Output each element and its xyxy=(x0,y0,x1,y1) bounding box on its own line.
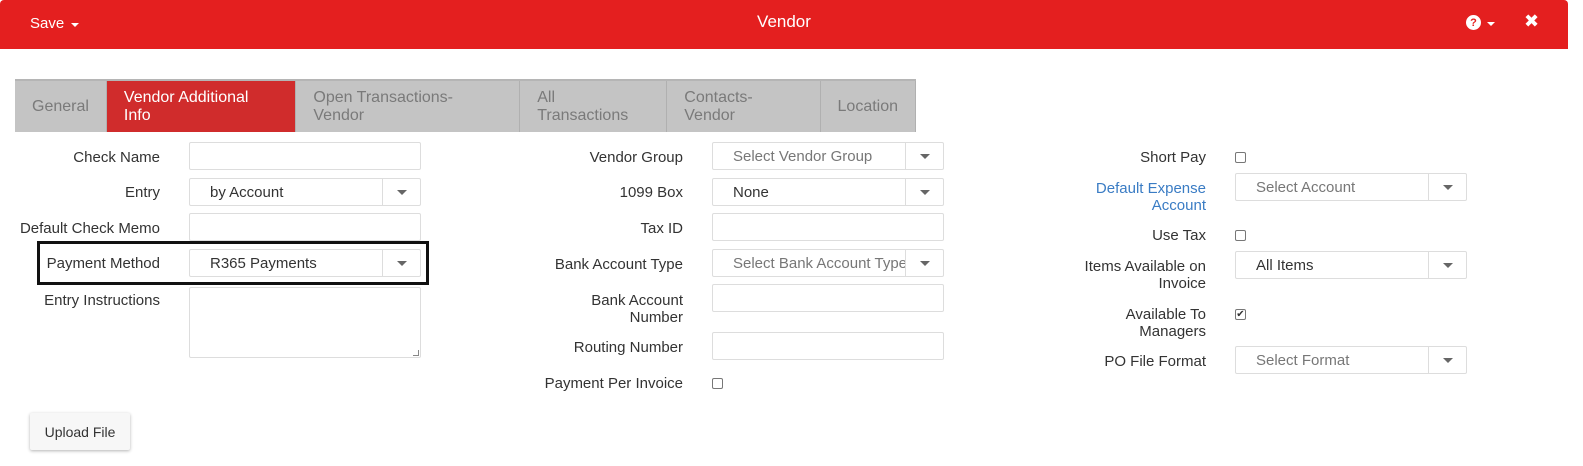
box-1099-label: 1099 Box xyxy=(619,184,683,201)
tab-contacts-vendor[interactable]: Contacts-Vendor xyxy=(667,81,821,132)
payment-method-value: R365 Payments xyxy=(210,254,317,272)
routing-number-label: Routing Number xyxy=(573,339,683,356)
caret-down-icon xyxy=(1442,262,1453,268)
caret-down-icon xyxy=(919,189,930,195)
caret-down-icon xyxy=(919,260,930,266)
items-available-label-line1: Items Available on xyxy=(1084,258,1206,275)
check-name-label: Check Name xyxy=(73,149,160,166)
tab-general[interactable]: General xyxy=(15,81,107,132)
entry-select[interactable]: by Account xyxy=(189,178,421,206)
bank-account-type-select[interactable]: Select Bank Account Type xyxy=(712,249,944,277)
caret-down-icon xyxy=(919,153,930,159)
entry-instructions-label: Entry Instructions xyxy=(44,292,160,309)
po-file-format-select[interactable]: Select Format xyxy=(1235,346,1467,374)
bank-account-type-label: Bank Account Type xyxy=(554,256,683,273)
dropdown-arrow[interactable] xyxy=(905,250,943,276)
default-check-memo-input[interactable] xyxy=(189,213,421,241)
upload-file-button[interactable]: Upload File xyxy=(30,413,130,450)
payment-per-invoice-label: Payment Per Invoice xyxy=(544,375,683,392)
resize-handle-icon[interactable] xyxy=(413,350,419,356)
dropdown-arrow[interactable] xyxy=(382,250,420,276)
default-check-memo-label: Default Check Memo xyxy=(19,220,160,237)
close-icon[interactable]: ✖ xyxy=(1524,11,1539,32)
routing-number-input[interactable] xyxy=(712,332,944,360)
default-expense-account-label-line2: Account xyxy=(1151,197,1206,214)
payment-method-label: Payment Method xyxy=(46,255,160,272)
default-expense-account-link[interactable]: Default Expense Account xyxy=(1096,180,1206,214)
caret-down-icon xyxy=(1442,184,1453,190)
dropdown-arrow[interactable] xyxy=(1428,252,1466,278)
dropdown-arrow[interactable] xyxy=(382,179,420,205)
dropdown-arrow[interactable] xyxy=(1428,347,1466,373)
caret-down-icon xyxy=(396,189,407,195)
vendor-group-label: Vendor Group xyxy=(589,149,683,166)
available-to-managers-label: Available To Managers xyxy=(1126,306,1206,340)
entry-value: by Account xyxy=(210,183,284,201)
bank-account-number-input[interactable] xyxy=(712,284,944,312)
po-file-format-label: PO File Format xyxy=(1104,353,1206,370)
box-1099-select[interactable]: None xyxy=(712,178,944,206)
help-icon: ? xyxy=(1466,15,1481,30)
tab-bar: General Vendor Additional Info Open Tran… xyxy=(15,79,917,132)
tax-id-label: Tax ID xyxy=(640,220,683,237)
payment-per-invoice-checkbox[interactable] xyxy=(712,378,723,389)
caret-down-icon xyxy=(1442,357,1453,363)
items-available-label-line2: Invoice xyxy=(1158,275,1206,292)
check-name-input[interactable] xyxy=(189,142,421,170)
entry-instructions-textarea[interactable] xyxy=(189,287,421,358)
use-tax-checkbox[interactable] xyxy=(1235,230,1246,241)
default-expense-account-label-line1: Default Expense xyxy=(1095,180,1206,197)
tab-vendor-additional-info[interactable]: Vendor Additional Info xyxy=(106,81,297,132)
use-tax-label: Use Tax xyxy=(1152,227,1206,244)
items-available-label: Items Available on Invoice xyxy=(1085,258,1206,292)
po-file-format-value: Select Format xyxy=(1256,351,1350,369)
short-pay-checkbox[interactable] xyxy=(1235,152,1246,163)
box-1099-value: None xyxy=(733,183,769,201)
items-available-value: All Items xyxy=(1256,256,1314,274)
available-to-managers-label-line2: Managers xyxy=(1139,323,1206,340)
help-menu-button[interactable]: ? xyxy=(1466,15,1495,30)
page-title: Vendor xyxy=(757,12,811,31)
available-to-managers-label-line1: Available To xyxy=(1125,306,1206,323)
dropdown-arrow[interactable] xyxy=(1428,174,1466,200)
dropdown-arrow[interactable] xyxy=(905,179,943,205)
default-expense-account-value: Select Account xyxy=(1256,178,1356,196)
tab-location[interactable]: Location xyxy=(821,81,917,132)
chevron-down-icon xyxy=(1487,21,1495,26)
bank-account-number-label: Bank Account Number xyxy=(591,292,683,326)
payment-method-select[interactable]: R365 Payments xyxy=(189,249,421,277)
tab-all-transactions[interactable]: All Transactions xyxy=(520,81,668,132)
caret-down-icon xyxy=(396,260,407,266)
items-available-select[interactable]: All Items xyxy=(1235,251,1467,279)
available-to-managers-checkbox[interactable]: ✔ xyxy=(1235,309,1246,320)
bank-account-type-value: Select Bank Account Type xyxy=(733,254,905,272)
bank-account-number-label-line1: Bank Account xyxy=(591,292,683,309)
short-pay-label: Short Pay xyxy=(1140,149,1206,166)
title-bar: Save Vendor ? ✖ xyxy=(0,0,1568,49)
entry-label: Entry xyxy=(124,184,160,201)
vendor-group-select[interactable]: Select Vendor Group xyxy=(712,142,944,170)
dropdown-arrow[interactable] xyxy=(905,143,943,169)
bank-account-number-label-line2: Number xyxy=(629,309,683,326)
vendor-group-value: Select Vendor Group xyxy=(733,147,873,165)
tax-id-input[interactable] xyxy=(712,213,944,241)
default-expense-account-select[interactable]: Select Account xyxy=(1235,173,1467,201)
tab-open-transactions-vendor[interactable]: Open Transactions-Vendor xyxy=(296,81,521,132)
